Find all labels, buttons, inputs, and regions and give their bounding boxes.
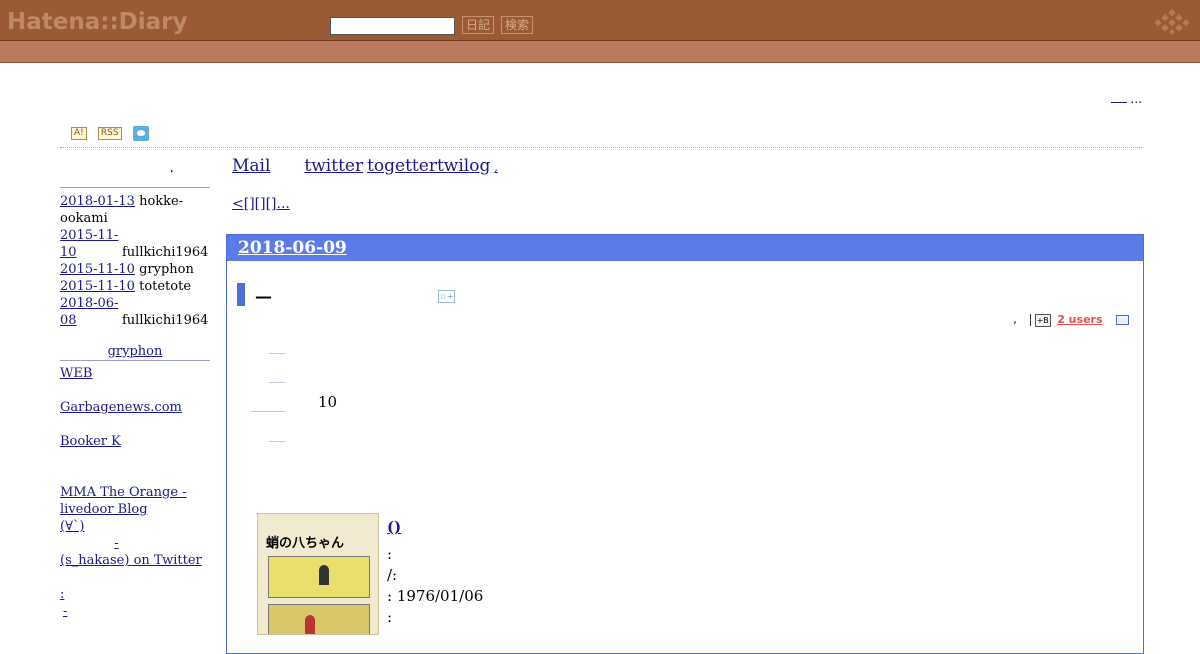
top-right-links: ...	[1110, 92, 1142, 106]
day-date-link[interactable]: 2018-06-09	[238, 238, 347, 258]
sidebar-link[interactable]: WEB	[60, 365, 106, 382]
text-line	[251, 411, 285, 412]
top-right-ellipsis: ...	[1130, 92, 1142, 106]
sidebar-link[interactable]: Garbagenews.com	[60, 399, 210, 416]
entry-meta: , +B 2 users	[1013, 313, 1129, 327]
cover-panel	[268, 556, 370, 598]
recent-comments: 2018-01-13 hokke-ookami 2015-11-10 fullki…	[60, 193, 210, 329]
comment-icon[interactable]	[1116, 315, 1129, 325]
hatena-dots-icon	[1154, 9, 1190, 35]
cover-panel	[268, 604, 370, 634]
sidebar-link[interactable]: -	[60, 603, 210, 620]
sidebar-title: .	[60, 158, 210, 188]
divider	[60, 147, 1142, 148]
book-info-line: : 1976/01/06	[387, 587, 484, 605]
comment-user: totetote	[139, 279, 192, 294]
cover-figure	[305, 615, 315, 634]
sidebar-link[interactable]	[60, 467, 91, 484]
bookmark-users-link[interactable]: 2 users	[1057, 313, 1102, 326]
book-info-line: /:	[387, 566, 398, 584]
sidebar-link[interactable]: MMA The Orange - livedoor Blog	[60, 484, 210, 518]
sidebar-link[interactable]	[60, 450, 106, 467]
mail-link[interactable]: Mail	[232, 156, 300, 176]
comment-row: 2018-01-13 hokke-ookami	[60, 193, 210, 227]
top-right-link[interactable]	[1110, 94, 1127, 103]
comment-row: 2015-11-10 gryphon	[60, 261, 210, 278]
body-number: 10	[318, 393, 338, 411]
sidebar-links: WEB Garbagenews.com Booker K MMA The Ora…	[60, 365, 210, 620]
extra-link[interactable]: ,	[494, 161, 538, 174]
text-line	[269, 353, 285, 354]
day-entry: 2018-06-09 — ☆+ , +B 2 users 10 蛸の八ちゃん (…	[226, 234, 1144, 654]
sidebar-link[interactable]: Booker K	[60, 433, 186, 450]
sidebar-link[interactable]	[60, 382, 90, 399]
sidebar: . 2018-01-13 hokke-ookami 2015-11-10 full…	[60, 158, 210, 620]
sidebar-subtitle-link[interactable]: gryphon	[108, 344, 163, 359]
top-bar: Hatena::Diary 日記 検索	[0, 0, 1200, 41]
separator	[1020, 314, 1032, 326]
pager: <[][][]...	[232, 196, 346, 212]
comment-user: fullkichi1964	[122, 313, 209, 328]
section-title[interactable]: —	[255, 287, 272, 307]
text-line	[269, 382, 285, 383]
antenna-badge-icon[interactable]: A!	[71, 127, 87, 140]
book-info: () : /: : 1976/01/06 :	[387, 517, 483, 628]
comment-row: 2018-06-08	[60, 295, 122, 329]
search-input[interactable]	[330, 17, 455, 35]
book-title-link[interactable]: ()	[387, 518, 441, 536]
comment-row: 2015-11-10 totetote	[60, 278, 210, 295]
hatena-diary-logo[interactable]: Hatena::Diary	[7, 9, 188, 35]
add-star-icon[interactable]: ☆+	[438, 290, 455, 303]
section-marker	[237, 283, 245, 306]
extra-link-dot: ,	[494, 161, 498, 174]
sidebar-link[interactable]: (s_hakase) on Twitter	[60, 552, 210, 569]
feed-badges: A! RSS	[71, 123, 149, 142]
book-info-line: :	[387, 608, 393, 626]
comment-date-link[interactable]: 2018-06-08	[60, 296, 118, 328]
sidebar-link[interactable]: :	[60, 586, 176, 603]
diary-button[interactable]: 日記	[462, 16, 494, 34]
cover-figure	[319, 565, 329, 585]
comment-user: gryphon	[139, 262, 194, 277]
sidebar-link[interactable]: (∀`)	[60, 518, 115, 535]
comment-date-link[interactable]: 2018-01-13	[60, 194, 135, 209]
book-cover-image[interactable]: 蛸の八ちゃん	[257, 513, 379, 635]
comment-date-link[interactable]: 2015-11-10	[60, 228, 118, 260]
togetter-link[interactable]: togettertwilog	[367, 156, 490, 176]
pager-link[interactable]: <[][][]...	[232, 196, 346, 212]
day-header: 2018-06-09	[227, 235, 1143, 261]
book-cover-title: 蛸の八ちゃん	[266, 536, 345, 551]
main-nav: Mail twitter togettertwilog,	[232, 156, 542, 176]
hatena-bookmark-icon[interactable]: +B	[1034, 313, 1051, 327]
comment-date-link[interactable]: 2015-11-10	[60, 279, 135, 294]
search-button[interactable]: 検索	[501, 16, 533, 34]
comment-user: fullkichi1964	[122, 245, 209, 260]
comment-date-link[interactable]: 2015-11-10	[60, 262, 135, 277]
sidebar-subtitle: gryphon	[60, 343, 210, 361]
book-info-line: :	[387, 545, 393, 563]
text-line	[269, 441, 285, 442]
comment-row: 2015-11-10	[60, 227, 122, 261]
twitter-link[interactable]: twitter	[304, 156, 363, 176]
sidebar-link[interactable]: -	[60, 535, 173, 552]
rss-badge-icon[interactable]: RSS	[97, 127, 122, 140]
meta-comma: ,	[1013, 313, 1017, 326]
twitter-bird-icon[interactable]	[132, 126, 149, 141]
sub-bar	[0, 41, 1200, 63]
